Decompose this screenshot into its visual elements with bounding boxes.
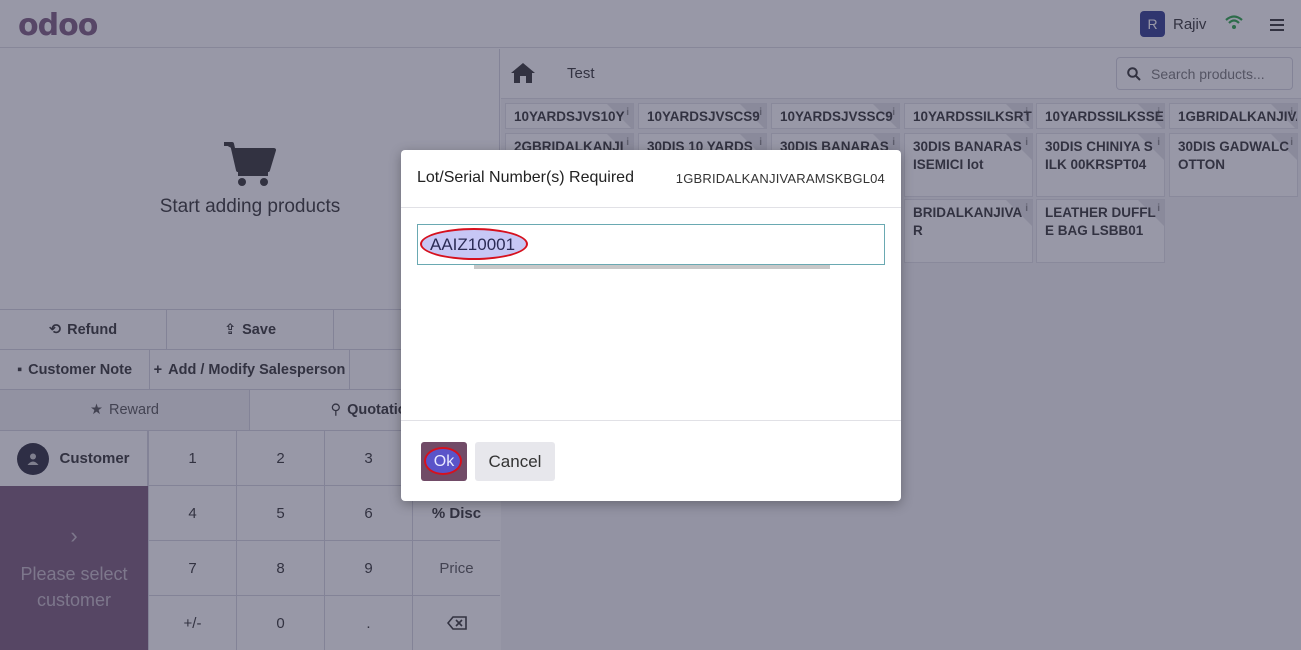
cancel-button[interactable]: Cancel [475,442,555,481]
ok-label: Ok [433,452,455,470]
dialog-title: Lot/Serial Number(s) Required [417,169,634,186]
lot-number-dialog: Lot/Serial Number(s) Required 1GBRIDALKA… [401,150,901,501]
lot-number-input[interactable]: AAIZ10001 [417,224,885,265]
dialog-product-code: 1GBRIDALKANJIVARAMSKBGL04 [675,171,885,186]
dialog-header: Lot/Serial Number(s) Required 1GBRIDALKA… [401,150,901,208]
input-shadow [474,265,830,269]
lot-number-value: AAIZ10001 [430,235,516,254]
ok-button[interactable]: Ok [421,442,467,481]
dialog-footer: Ok Cancel [401,420,901,501]
